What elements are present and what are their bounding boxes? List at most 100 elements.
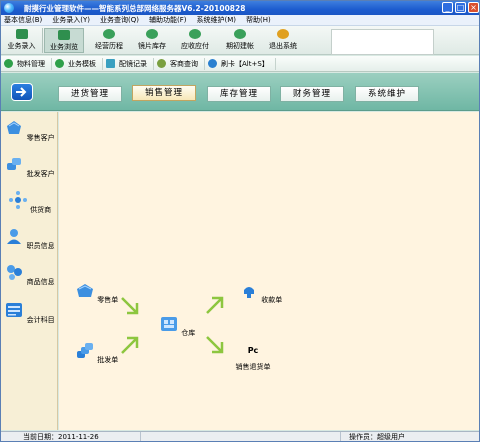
sidebar-item-wholesale-customer[interactable]: 批发客户	[1, 154, 58, 179]
close-button[interactable]: ×	[468, 2, 479, 13]
tab-system[interactable]: 系统维护	[355, 86, 419, 102]
entry-icon	[15, 29, 28, 39]
toolbar-exit-label: 退出系统	[269, 42, 297, 50]
arrow-down-right-icon	[121, 297, 139, 315]
toolbar-opening-ledger-button[interactable]: 期初建帐	[220, 28, 260, 53]
module-tab-strip: 进货管理 销售管理 库存管理 财务管理 系统维护	[1, 73, 479, 111]
app-icon	[4, 3, 14, 13]
toolbar-browse-label: 业务浏览	[50, 43, 78, 51]
record-icon	[106, 59, 115, 68]
secondary-toolbar: 物料管理 业务模板 配镜记录 客商查询 刷卡【Alt+S】	[1, 56, 479, 72]
arrow-up-right-icon	[121, 336, 139, 354]
warehouse-label: 仓库	[181, 329, 196, 337]
info-panel	[331, 29, 434, 55]
sidebar-item-label: 职员信息	[26, 242, 55, 250]
exit-icon	[277, 29, 289, 39]
sidebar-item-account-subject[interactable]: 会计科目	[1, 300, 58, 325]
wholesale-customer-icon	[7, 158, 22, 170]
arrow-down-right-icon	[206, 336, 224, 354]
material-icon	[4, 59, 13, 68]
tab-finance[interactable]: 财务管理	[280, 86, 344, 102]
receipt-node[interactable]: 收款单	[239, 282, 282, 305]
status-operator-panel: 操作员：超级用户	[341, 432, 479, 441]
query-icon	[157, 59, 166, 68]
menu-auxiliary[interactable]: 辅助功能(F)	[146, 15, 194, 25]
wholesale-order-icon	[77, 343, 93, 358]
sidebar: 零售客户 批发客户 供货商 职员信息 商品信息 会计科目	[1, 112, 58, 430]
toolbar-entry-button[interactable]: 业务录入	[1, 28, 43, 53]
sidebar-item-label: 会计科目	[26, 316, 55, 324]
account-subject-icon	[6, 303, 23, 317]
arrow-right-icon	[16, 87, 27, 97]
tab-purchase[interactable]: 进货管理	[58, 86, 122, 102]
maximize-button[interactable]: □	[455, 2, 466, 13]
card-icon	[208, 59, 217, 68]
warehouse-node[interactable]: 仓库	[159, 315, 195, 338]
menu-system-maintenance[interactable]: 系统维护(M)	[194, 15, 244, 25]
retail-order-icon	[77, 284, 93, 297]
status-date: 2011-11-26	[58, 433, 99, 441]
sales-return-label: 销售退货单	[235, 363, 271, 371]
menu-business-query[interactable]: 业务查询(Q)	[97, 15, 146, 25]
query-button[interactable]: 客商查询	[154, 57, 205, 70]
status-date-label: 当前日期：	[23, 433, 58, 441]
status-bar: 当前日期：2011-11-26 操作员：超级用户	[1, 431, 479, 441]
record-button[interactable]: 配镜记录	[103, 57, 154, 70]
retail-order-label: 零售单	[97, 296, 119, 304]
menu-basic-info[interactable]: 基本信息(B)	[1, 15, 49, 25]
opening-ledger-icon	[234, 29, 246, 39]
warehouse-icon	[161, 317, 177, 331]
toolbar-receivable-button[interactable]: 应收应付	[175, 28, 215, 53]
card-swipe-button[interactable]: 刷卡【Alt+S】	[205, 57, 276, 70]
sidebar-item-label: 供货商	[30, 206, 52, 214]
sidebar-item-product[interactable]: 商品信息	[1, 262, 58, 287]
toolbar-browse-button[interactable]: 业务浏览	[44, 28, 84, 53]
template-icon	[55, 59, 64, 68]
toolbar-entry-label: 业务录入	[7, 42, 36, 50]
sidebar-item-label: 批发客户	[26, 170, 55, 178]
receipt-icon	[244, 287, 254, 298]
sales-return-icon: Pc	[247, 346, 259, 355]
material-label: 物料管理	[17, 59, 45, 68]
product-icon	[7, 265, 23, 280]
sidebar-item-label: 零售客户	[26, 134, 55, 142]
main-window: 耐摸行业管理软件——智能系列总部网络服务器V6.2-20100828 _ □ ×…	[0, 0, 480, 442]
sales-return-node[interactable]: Pc 销售退货单	[231, 342, 275, 372]
retail-order-node[interactable]: 零售单	[75, 282, 118, 305]
status-date-panel: 当前日期：2011-11-26	[1, 432, 141, 441]
receivable-icon	[189, 29, 201, 39]
toolbar-opening-ledger-label: 期初建帐	[226, 42, 254, 50]
tab-inventory[interactable]: 库存管理	[207, 86, 271, 102]
menu-help[interactable]: 帮助(H)	[243, 15, 278, 25]
status-spacer-panel	[141, 432, 341, 441]
card-swipe-label: 刷卡【Alt+S】	[221, 59, 269, 68]
toolbar-receivable-label: 应收应付	[181, 42, 209, 50]
minimize-button[interactable]: _	[442, 2, 453, 13]
toolbar-lens-stock-button[interactable]: 镜片库存	[132, 28, 172, 53]
tab-sales[interactable]: 销售管理	[132, 85, 196, 101]
title-bar[interactable]: 耐摸行业管理软件——智能系列总部网络服务器V6.2-20100828 _ □ ×	[1, 1, 479, 15]
menu-business-entry[interactable]: 业务录入(Y)	[49, 15, 97, 25]
staff-icon	[7, 229, 22, 244]
nav-arrow-button[interactable]	[11, 83, 33, 101]
toolbar-history-button[interactable]: 经营历程	[89, 28, 129, 53]
supplier-icon	[8, 191, 27, 209]
lens-stock-icon	[146, 29, 158, 39]
toolbar-exit-button[interactable]: 退出系统	[263, 28, 303, 53]
query-label: 客商查询	[170, 59, 198, 68]
sidebar-item-supplier[interactable]: 供货商	[1, 190, 58, 215]
record-label: 配镜记录	[119, 59, 147, 68]
arrow-up-right-icon	[206, 296, 224, 314]
material-button[interactable]: 物料管理	[1, 57, 52, 70]
toolbar-lens-stock-label: 镜片库存	[138, 42, 166, 50]
sidebar-item-label: 商品信息	[26, 278, 55, 286]
sidebar-item-staff[interactable]: 职员信息	[1, 226, 58, 251]
sidebar-item-retail-customer[interactable]: 零售客户	[1, 118, 58, 143]
browse-icon	[58, 30, 70, 40]
wholesale-order-node[interactable]: 批发单	[75, 342, 118, 365]
window-title: 耐摸行业管理软件——智能系列总部网络服务器V6.2-20100828	[24, 3, 246, 13]
sales-flow-panel: 零售单 批发单 仓库 收款单 Pc 销售退货单	[59, 112, 479, 430]
status-operator-label: 操作员：	[349, 433, 377, 441]
template-button[interactable]: 业务模板	[52, 57, 103, 70]
toolbar-history-label: 经营历程	[95, 42, 123, 50]
